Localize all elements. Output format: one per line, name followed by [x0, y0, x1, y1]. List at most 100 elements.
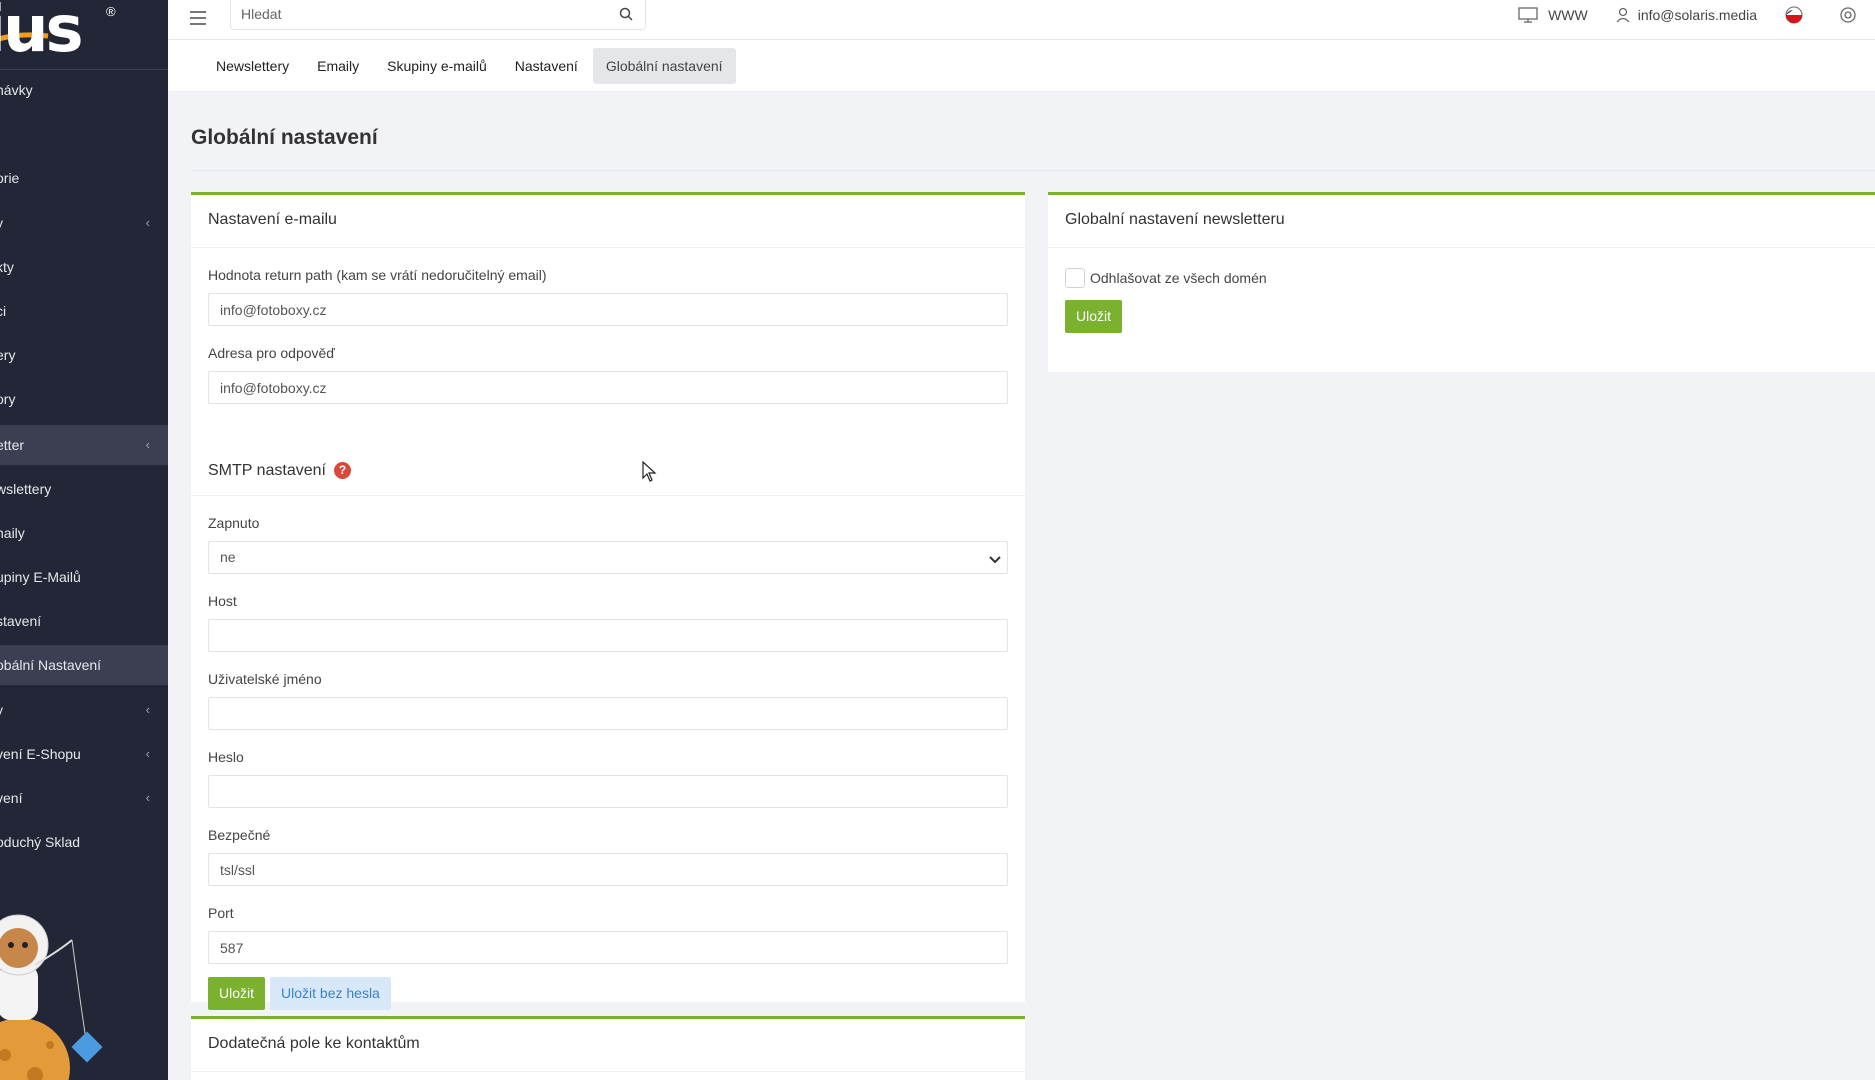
- sidebar-item[interactable]: ery: [0, 335, 168, 375]
- search-box: [230, 0, 646, 30]
- sidebar-item[interactable]: kty: [0, 247, 168, 287]
- secure-input[interactable]: [208, 853, 1008, 886]
- enabled-label: Zapnuto: [208, 515, 260, 531]
- flag-icon: [1785, 6, 1803, 24]
- user-email: info@solaris.media: [1637, 7, 1757, 23]
- search-icon[interactable]: [619, 7, 633, 21]
- newsletter-actions: Uložit: [1065, 300, 1858, 333]
- save-button[interactable]: Uložit: [208, 977, 266, 1010]
- sidebar-item[interactable]: návky: [0, 70, 168, 110]
- host-label: Host: [208, 593, 237, 609]
- sidebar-item[interactable]: oduchý Sklad: [0, 822, 168, 862]
- mascot-illustration: [0, 914, 103, 1080]
- email-actions: Uložit Uložit bez hesla: [208, 977, 1008, 1010]
- sidebar-item-label: ci: [0, 303, 7, 319]
- sidebar-item[interactable]: obální Nastavení: [0, 645, 168, 685]
- sidebar-item[interactable]: y‹: [0, 203, 168, 243]
- sidebar-item[interactable]: y‹: [0, 690, 168, 730]
- sidebar-item[interactable]: wslettery: [0, 469, 168, 509]
- sidebar-item[interactable]: etter ‹: [0, 425, 168, 465]
- sidebar-item-label: obální Nastavení: [0, 657, 102, 673]
- sidebar-item-label: kty: [0, 259, 14, 275]
- sidebar-item-label: vení E-Shopu: [0, 746, 81, 762]
- chevron-left-icon: ‹: [145, 790, 150, 805]
- tab-skupiny-emailu[interactable]: Skupiny e-mailů: [374, 48, 500, 84]
- sidebar-item-label: stavení: [0, 613, 42, 629]
- unsubscribe-all-label: Odhlašovat ze všech domén: [1090, 270, 1267, 286]
- unsubscribe-all-checkbox[interactable]: [1065, 268, 1085, 288]
- sidebar-item[interactable]: ory: [0, 379, 168, 419]
- password-input[interactable]: [208, 775, 1008, 808]
- return-path-input[interactable]: [208, 293, 1008, 326]
- save-without-password-button[interactable]: Uložit bez hesla: [270, 977, 391, 1010]
- port-label: Port: [208, 905, 234, 921]
- page-title: Globální nastavení: [191, 126, 378, 149]
- language-switch[interactable]: [1785, 6, 1811, 24]
- sidebar-item[interactable]: upiny E-Mailů: [0, 557, 168, 597]
- sidebar-item-label: y: [0, 702, 3, 718]
- return-path-label: Hodnota return path (kam se vrátí nedoru…: [208, 267, 547, 283]
- unsubscribe-all-option[interactable]: Odhlašovat ze všech domén: [1065, 268, 1858, 288]
- contact-fields-panel: Dodatečná pole ke kontaktům: [191, 1016, 1025, 1080]
- tab-nastaveni[interactable]: Nastavení: [502, 48, 591, 84]
- help-icon[interactable]: ?: [333, 462, 351, 479]
- email-settings-panel: Nastavení e-mailu Hodnota return path (k…: [191, 192, 1025, 1010]
- hamburger-icon[interactable]: [190, 11, 206, 27]
- host-input[interactable]: [208, 619, 1008, 652]
- reply-address-input[interactable]: [208, 371, 1008, 404]
- divider: [191, 170, 1875, 171]
- sidebar-item-label: etter: [0, 437, 25, 453]
- topbar-right: WWW info@solaris.media: [1518, 0, 1875, 30]
- chevron-left-icon: ‹: [145, 215, 150, 230]
- chevron-down-icon: [989, 556, 1001, 564]
- contact-fields-title: Dodatečná pole ke kontaktům: [191, 1019, 1025, 1072]
- sidebar-item[interactable]: stavení: [0, 601, 168, 641]
- sidebar-item-label: wslettery: [0, 481, 52, 497]
- newsletter-settings-title: Globalní nastavení newsletteru: [1048, 195, 1875, 248]
- sidebar-item[interactable]: naily: [0, 513, 168, 553]
- smtp-title: SMTP nastavení: [208, 461, 326, 479]
- username-label: Uživatelské jméno: [208, 671, 322, 687]
- username-input[interactable]: [208, 697, 1008, 730]
- tab-emaily[interactable]: Emaily: [304, 48, 372, 84]
- logout-button[interactable]: [1839, 6, 1865, 24]
- sidebar-item-label: upiny E-Mailů: [0, 569, 81, 585]
- power-icon: [1840, 7, 1856, 23]
- logo-text: ius: [0, 0, 84, 67]
- sidebar-item[interactable]: vení E-Shopu ‹: [0, 734, 168, 774]
- logo-registered-mark: ®: [106, 4, 116, 19]
- logo[interactable]: ius ®: [0, 0, 168, 70]
- www-link[interactable]: WWW: [1518, 6, 1588, 24]
- sidebar: ius ® návkyoriey‹ktycieryoryetter‹wslett…: [0, 0, 168, 1080]
- mouse-cursor-icon: [642, 461, 657, 482]
- port-input[interactable]: [208, 931, 1008, 964]
- monitor-icon: [1518, 7, 1538, 23]
- sidebar-item-label: oduchý Sklad: [0, 834, 81, 850]
- chevron-left-icon: ‹: [145, 702, 150, 717]
- tab-newslettery[interactable]: Newslettery: [203, 48, 302, 84]
- user-menu[interactable]: info@solaris.media: [1616, 7, 1757, 23]
- reply-address-label: Adresa pro odpověď: [208, 345, 335, 361]
- chevron-left-icon: ‹: [145, 746, 150, 761]
- sidebar-item[interactable]: ci: [0, 291, 168, 331]
- enabled-select-wrap: ne: [208, 541, 1008, 574]
- sidebar-item[interactable]: orie: [0, 158, 168, 198]
- www-label: WWW: [1548, 7, 1588, 23]
- tabs-bar: Newslettery Emaily Skupiny e-mailů Nasta…: [168, 40, 1875, 92]
- smtp-section-head: SMTP nastavení ?: [191, 446, 1025, 496]
- sidebar-item-label: ory: [0, 391, 16, 407]
- sidebar-item-label: vení: [0, 790, 23, 806]
- newsletter-save-button[interactable]: Uložit: [1065, 300, 1123, 333]
- sidebar-item-label: naily: [0, 525, 25, 541]
- user-icon: [1616, 7, 1630, 23]
- sidebar-item-label: orie: [0, 170, 20, 186]
- secure-label: Bezpečné: [208, 827, 271, 843]
- newsletter-settings-panel: Globalní nastavení newsletteru Odhlašova…: [1048, 192, 1875, 372]
- password-label: Heslo: [208, 749, 244, 765]
- sidebar-item-label: ery: [0, 347, 16, 363]
- enabled-select[interactable]: ne: [208, 541, 1008, 574]
- email-settings-title: Nastavení e-mailu: [191, 195, 1025, 248]
- tab-globalni-nastaveni[interactable]: Globální nastavení: [592, 47, 736, 84]
- sidebar-item[interactable]: vení ‹: [0, 778, 168, 818]
- search-input[interactable]: [231, 0, 591, 28]
